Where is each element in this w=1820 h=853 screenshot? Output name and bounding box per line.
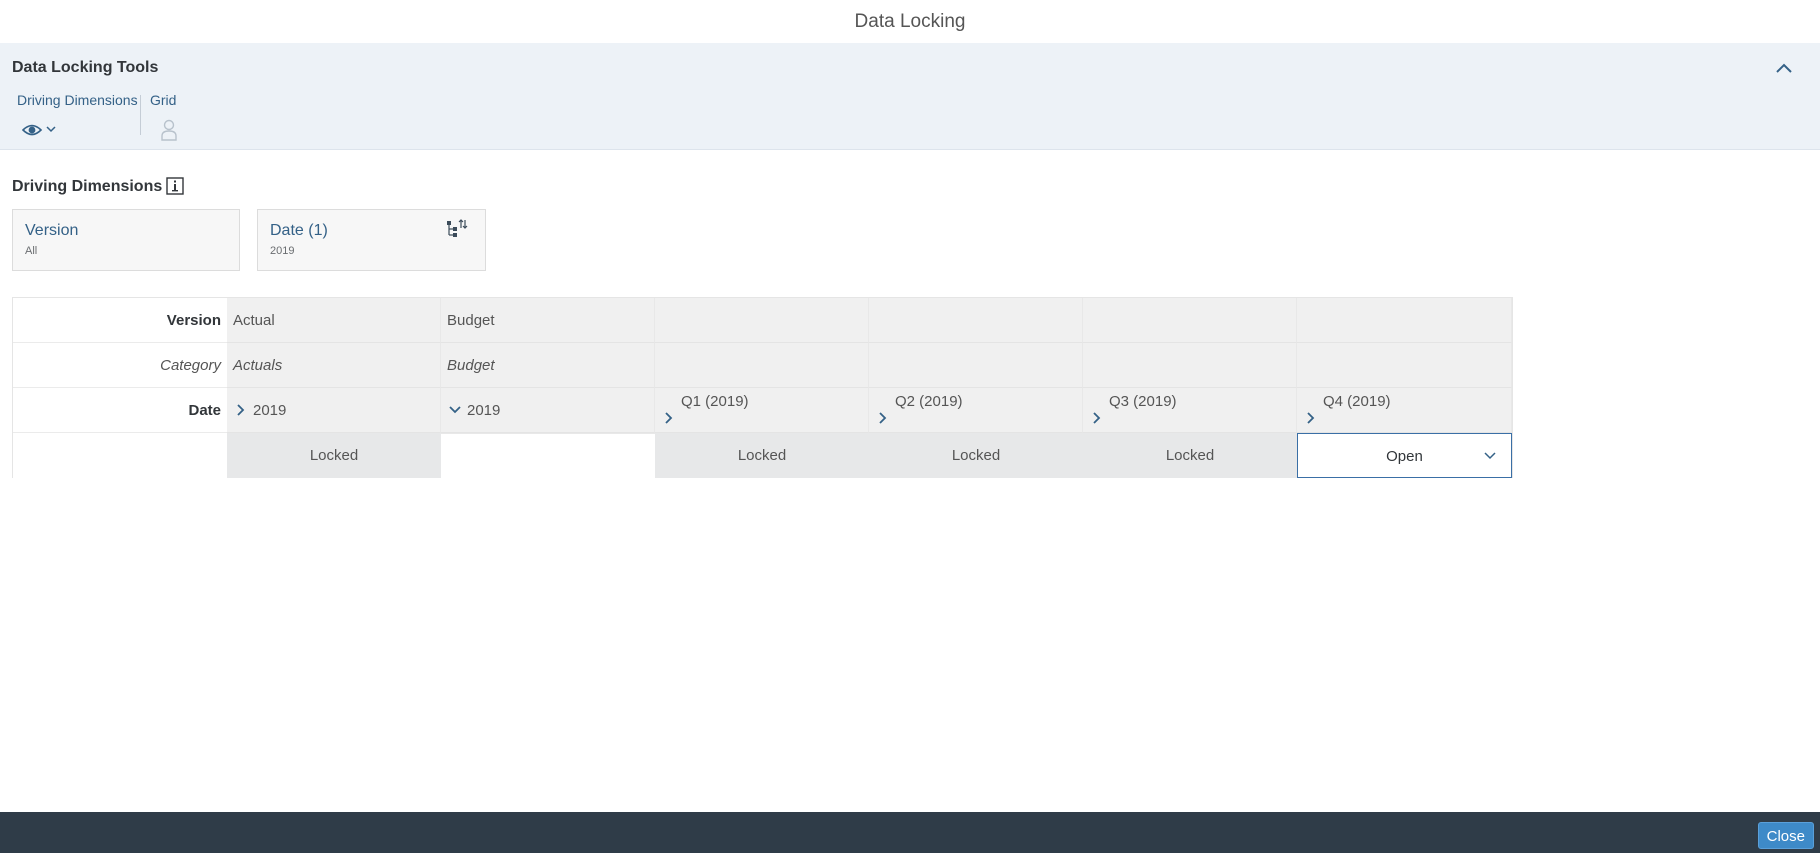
- dimension-value: 2019: [270, 245, 295, 257]
- chevron-right-icon: [879, 412, 887, 424]
- dialog-title: Data Locking: [0, 0, 1820, 43]
- date-label: Q4 (2019): [1323, 393, 1391, 410]
- chevron-right-icon: [1307, 412, 1315, 424]
- chevron-down-icon: [449, 406, 461, 414]
- chevron-up-icon: [1776, 63, 1792, 73]
- lock-state-cell[interactable]: Locked: [655, 433, 869, 478]
- date-label: Q1 (2019): [681, 393, 749, 410]
- header-cell: Actual: [227, 298, 441, 343]
- chevron-down-icon: [1484, 452, 1496, 460]
- row-label-date: Date: [13, 388, 227, 433]
- row-label-blank: [13, 433, 227, 478]
- user-icon: [161, 119, 177, 141]
- data-locking-dialog: Data Locking Data Locking Tools Driving …: [0, 0, 1820, 853]
- grid-row-category: Category Actuals Budget: [13, 343, 1512, 388]
- grid-row-lock-state: Locked Locked Locked Locked Open: [13, 433, 1512, 478]
- header-cell: Actuals: [227, 343, 441, 388]
- date-header-cell[interactable]: 2019: [441, 388, 655, 433]
- dimension-name: Date (1): [270, 222, 328, 239]
- row-label-version: Version: [13, 298, 227, 343]
- driving-dimensions-tool-label: Driving Dimensions: [17, 92, 138, 108]
- header-cell: [869, 298, 1083, 343]
- hierarchy-icon: [447, 219, 468, 237]
- tools-title: Data Locking Tools: [12, 59, 159, 76]
- header-cell: [1297, 298, 1512, 343]
- visibility-menu-button[interactable]: [21, 119, 60, 141]
- tool-separator: [140, 95, 141, 135]
- locking-grid: Version Actual Budget Category Actuals B…: [12, 297, 1513, 478]
- dialog-footer: Close: [0, 812, 1820, 853]
- header-cell: Budget: [441, 298, 655, 343]
- date-header-cell[interactable]: Q4 (2019): [1297, 388, 1512, 433]
- lock-state-cell[interactable]: Locked: [227, 433, 441, 478]
- dimension-card-version[interactable]: Version All: [12, 209, 240, 271]
- person-icon[interactable]: [159, 118, 179, 142]
- driving-dimensions-title: Driving Dimensions: [12, 178, 163, 195]
- lock-state-dropdown[interactable]: Open: [1297, 433, 1512, 478]
- date-label: 2019: [253, 401, 287, 419]
- date-header-cell[interactable]: Q1 (2019): [655, 388, 869, 433]
- date-header-cell[interactable]: 2019: [227, 388, 441, 433]
- eye-icon: [21, 124, 56, 136]
- lock-state-cell-empty: [441, 433, 655, 478]
- dimension-card-date[interactable]: Date (1) 2019: [257, 209, 486, 271]
- chevron-right-icon: [237, 404, 245, 416]
- data-locking-tools-panel: Data Locking Tools Driving Dimensions Gr…: [0, 43, 1820, 150]
- lock-state-selected: Open: [1386, 448, 1423, 465]
- date-header-cell[interactable]: Q2 (2019): [869, 388, 1083, 433]
- grid-tool-label: Grid: [150, 92, 177, 108]
- chevron-right-icon: [665, 412, 673, 424]
- header-cell: [1083, 298, 1297, 343]
- info-icon[interactable]: [166, 177, 184, 195]
- date-label: Q3 (2019): [1109, 393, 1177, 410]
- dimension-name: Version: [25, 222, 79, 239]
- header-cell: Budget: [441, 343, 655, 388]
- grid-row-date: Date 2019 2019 Q1 (2019) Q2 (2019) Q3 (2…: [13, 388, 1512, 433]
- info-box-icon: [166, 177, 184, 195]
- chevron-right-icon: [1093, 412, 1101, 424]
- lock-state-cell[interactable]: Locked: [1083, 433, 1297, 478]
- date-header-cell[interactable]: Q3 (2019): [1083, 388, 1297, 433]
- row-label-category: Category: [13, 343, 227, 388]
- grid-row-version: Version Actual Budget: [13, 298, 1512, 343]
- header-cell: [655, 298, 869, 343]
- date-label: Q2 (2019): [895, 393, 963, 410]
- close-button[interactable]: Close: [1757, 822, 1814, 849]
- dimension-value: All: [25, 245, 38, 257]
- collapse-panel-button[interactable]: [1772, 57, 1796, 81]
- date-label: 2019: [467, 401, 501, 419]
- hierarchy-sort-button[interactable]: [445, 218, 469, 240]
- lock-state-cell[interactable]: Locked: [869, 433, 1083, 478]
